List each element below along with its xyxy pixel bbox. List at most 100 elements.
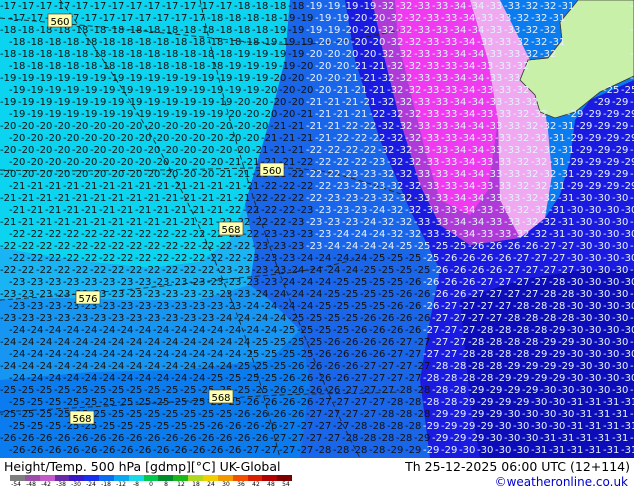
temperature-value: -27 xyxy=(378,361,394,372)
temperature-value: -33 xyxy=(477,181,493,192)
temperature-value: -26 xyxy=(324,385,340,396)
temperature-value: -20 xyxy=(315,85,331,96)
temperature-value: -29 xyxy=(531,373,547,384)
colorbar-tick-label: 24 xyxy=(207,481,215,488)
temperature-value: -26 xyxy=(351,349,367,360)
temperature-value: -25 xyxy=(9,397,25,408)
temperature-value: -18 xyxy=(153,37,169,48)
temperature-value: -21 xyxy=(108,217,124,228)
temperature-value: -24 xyxy=(180,337,196,348)
temperature-value: -23 xyxy=(252,241,268,252)
temperature-value: -23 xyxy=(342,193,358,204)
temperature-value: -28 xyxy=(450,385,466,396)
temperature-value: -21 xyxy=(216,193,232,204)
temperature-value: -33 xyxy=(477,157,493,168)
temperature-value: -33 xyxy=(432,73,448,84)
temperature-value: -32 xyxy=(522,145,538,156)
temperature-value: -29 xyxy=(459,421,475,432)
temperature-value: -25 xyxy=(630,73,634,84)
temperature-value: -32 xyxy=(396,1,412,12)
temperature-value: -26 xyxy=(288,361,304,372)
temperature-value: -26 xyxy=(450,265,466,276)
temperature-value: -18 xyxy=(108,25,124,36)
temperature-value: -34 xyxy=(450,121,466,132)
temperature-value: -30 xyxy=(603,301,619,312)
temperature-value: -20 xyxy=(90,121,106,132)
temperature-value: -33 xyxy=(414,169,430,180)
temperature-value: -25 xyxy=(432,241,448,252)
temperature-value: -31 xyxy=(585,421,601,432)
temperature-value: -21 xyxy=(9,205,25,216)
temperature-value: -33 xyxy=(495,37,511,48)
temperature-value: -28 xyxy=(423,373,439,384)
temperature-value: -18 xyxy=(9,61,25,72)
colorbar-tick-label: 0 xyxy=(149,481,153,488)
temperature-value: -18 xyxy=(117,61,133,72)
temperature-value: -26 xyxy=(450,289,466,300)
temperature-value: -25 xyxy=(162,409,178,420)
temperature-value: -28 xyxy=(333,445,349,456)
temperature-value: -19 xyxy=(225,85,241,96)
temperature-value: -19 xyxy=(162,73,178,84)
temperature-value: -23 xyxy=(153,301,169,312)
temperature-value: -27 xyxy=(459,325,475,336)
temperature-value: -18 xyxy=(288,1,304,12)
temperature-value: -30 xyxy=(594,217,610,228)
temperature-value: -27 xyxy=(378,385,394,396)
temperature-value: -20 xyxy=(171,157,187,168)
site-credit[interactable]: ©weatheronline.co.uk xyxy=(495,475,628,489)
temperature-value: -34 xyxy=(468,217,484,228)
temperature-value: -32 xyxy=(522,1,538,12)
temperature-value: -19 xyxy=(198,73,214,84)
temperature-value: -32 xyxy=(405,181,421,192)
temperature-value: -34 xyxy=(468,49,484,60)
temperature-value: -18 xyxy=(153,61,169,72)
temperature-value: -26 xyxy=(63,445,79,456)
temperature-value: -26 xyxy=(135,445,151,456)
temperature-value: -33 xyxy=(477,61,493,72)
temperature-value: -25 xyxy=(369,301,385,312)
temperature-value: -18 xyxy=(90,25,106,36)
temperature-value: -27 xyxy=(369,397,385,408)
temperature-value: -22 xyxy=(27,229,43,240)
temperature-value: -21 xyxy=(144,193,160,204)
temperature-value: -19 xyxy=(207,85,223,96)
temperature-value: -22 xyxy=(306,193,322,204)
temperature-value: -23 xyxy=(0,313,16,324)
temperature-value: -30 xyxy=(612,193,628,204)
temperature-value: -29 xyxy=(504,385,520,396)
temperature-value: -17 xyxy=(171,13,187,24)
temperature-value: -26 xyxy=(468,241,484,252)
temperature-value: -30 xyxy=(621,373,634,384)
temperature-value: -20 xyxy=(252,97,268,108)
temperature-value: -25 xyxy=(36,385,52,396)
temperature-value: -28 xyxy=(414,409,430,420)
temperature-value: -23 xyxy=(90,313,106,324)
temperature-value: -30 xyxy=(522,409,538,420)
temperature-value: -28 xyxy=(540,289,556,300)
temperature-value: -24 xyxy=(288,289,304,300)
temperature-value: -25 xyxy=(54,409,70,420)
temperature-value: -24 xyxy=(369,229,385,240)
temperature-value: -33 xyxy=(495,109,511,120)
temperature-value: -27 xyxy=(279,445,295,456)
temperature-value: -29 xyxy=(432,409,448,420)
temperature-value: -31 xyxy=(603,421,619,432)
temperature-value: -21 xyxy=(63,205,79,216)
temperature-value: -30 xyxy=(558,409,574,420)
temperature-value: -26 xyxy=(378,313,394,324)
temperature-value: -33 xyxy=(423,229,439,240)
temperature-value: -17 xyxy=(216,1,232,12)
temperature-value: -23 xyxy=(342,217,358,228)
temperature-value: -26 xyxy=(36,433,52,444)
temperature-value: -21 xyxy=(324,121,340,132)
temperature-value: -26 xyxy=(369,349,385,360)
temperature-value: -28 xyxy=(405,397,421,408)
temperature-value: -29 xyxy=(630,145,634,156)
temperature-value: -23 xyxy=(216,289,232,300)
temperature-value: -20 xyxy=(207,133,223,144)
valid-time: Th 25-12-2025 06:00 UTC (12+114) xyxy=(405,459,630,474)
temperature-value: -27 xyxy=(414,361,430,372)
temperature-value: -17 xyxy=(36,1,52,12)
temperature-value: -32 xyxy=(378,217,394,228)
